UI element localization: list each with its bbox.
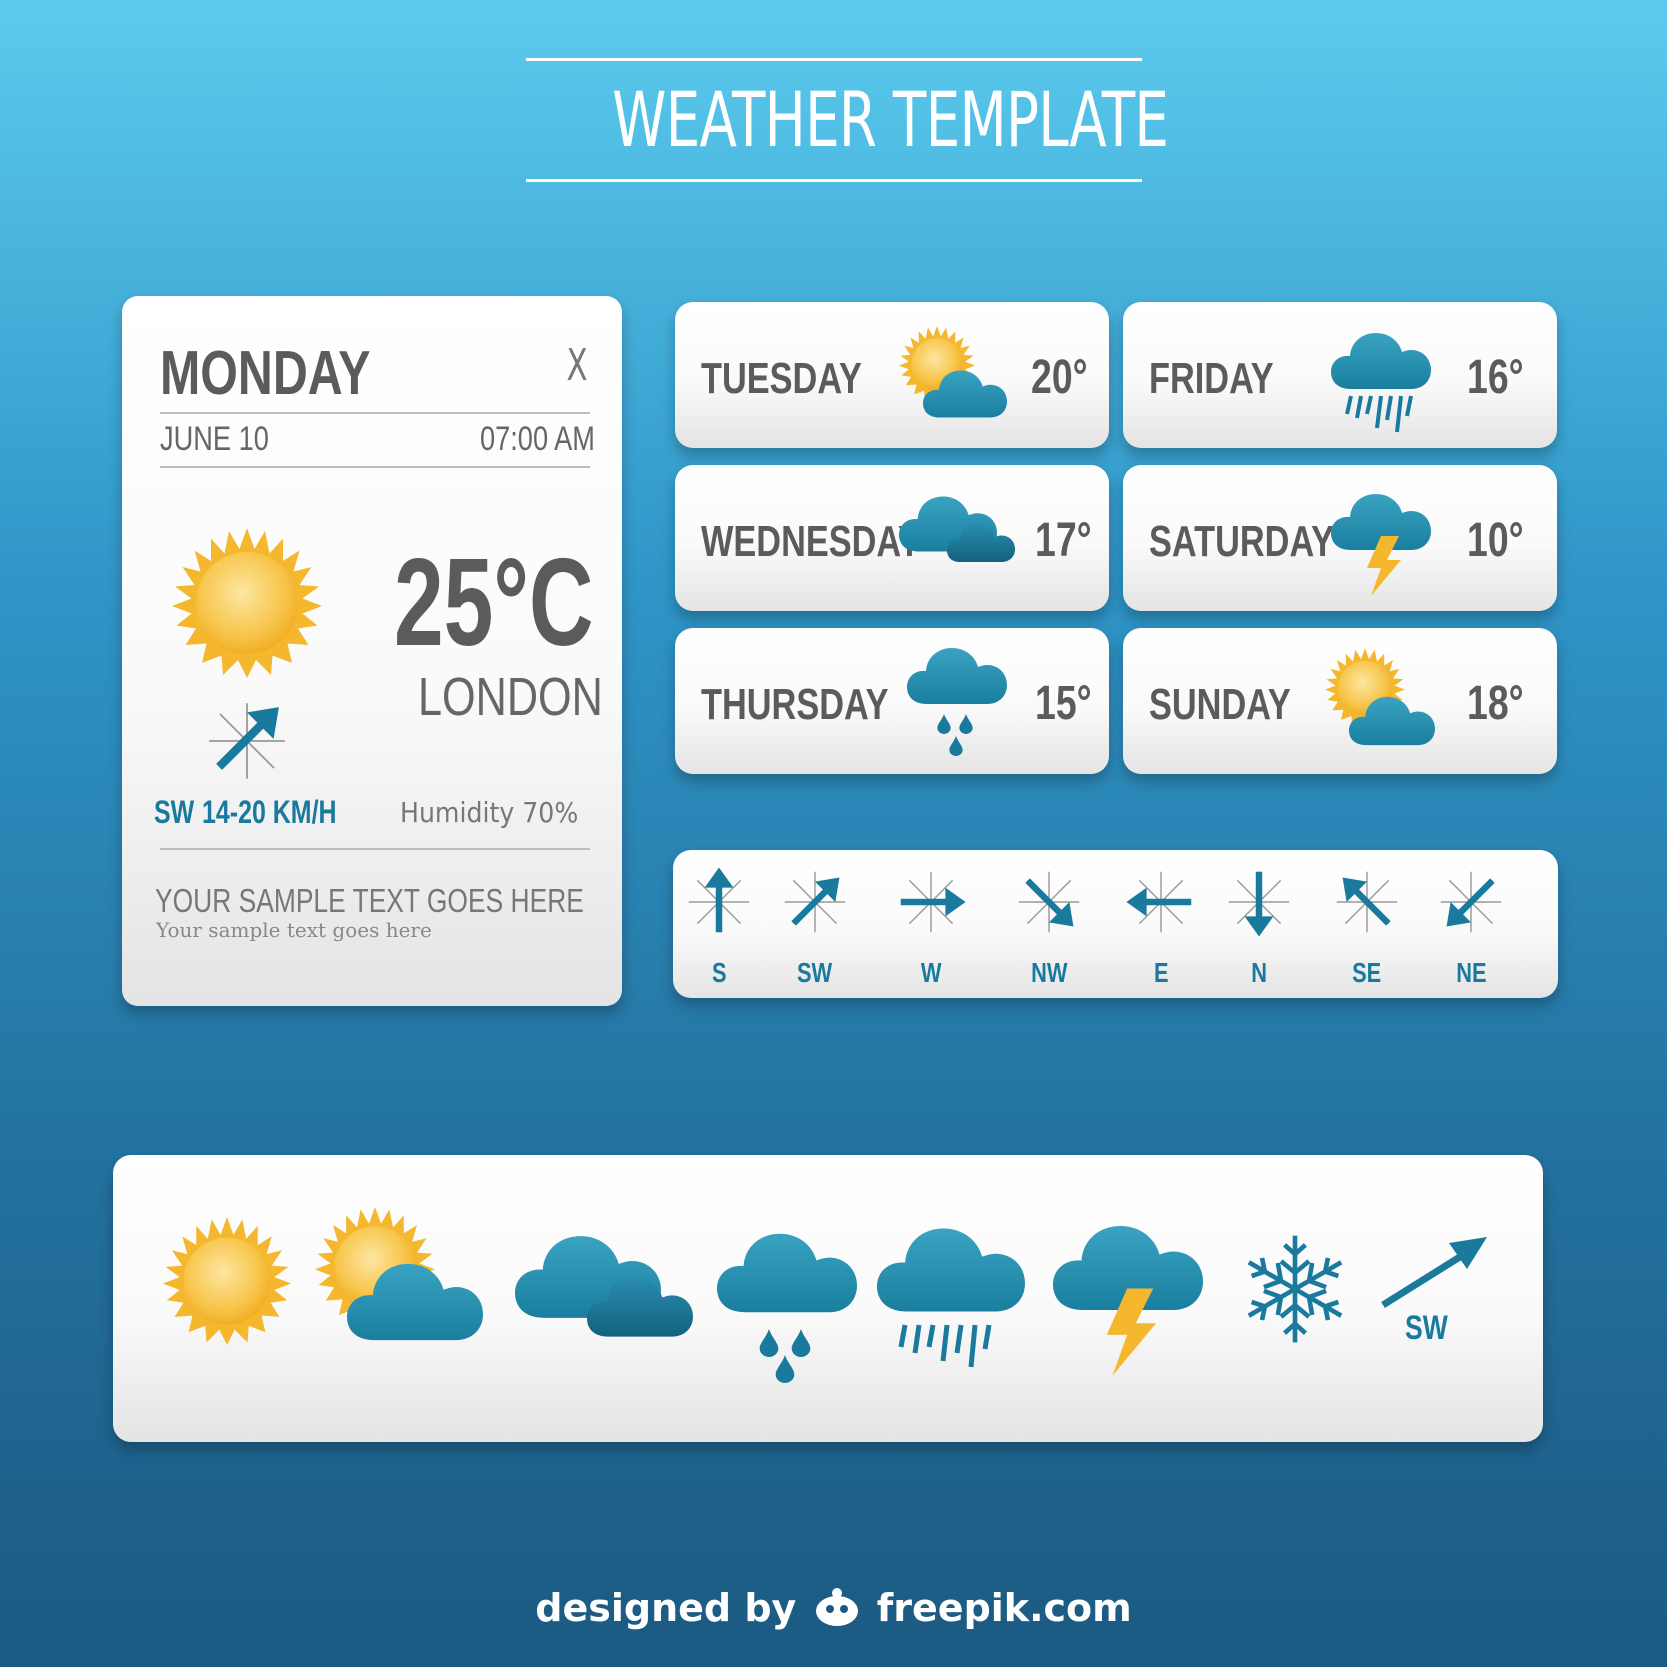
wind-direction-item: S (683, 862, 755, 992)
footer-brand: freepik.com (876, 1586, 1132, 1630)
forecast-temp: 18° (1467, 677, 1524, 730)
sample-subtitle: Your sample text goes here (156, 918, 432, 942)
sample-title: YOUR SAMPLE TEXT GOES HERE (155, 882, 584, 919)
footer-credit: designed by freepik.com (0, 1586, 1667, 1630)
close-icon: X (566, 340, 588, 391)
forecast-temp: 10° (1467, 514, 1524, 567)
freepik-logo-icon (815, 1588, 858, 1626)
divider (160, 412, 590, 414)
wind-direction-label: NE (1455, 957, 1487, 988)
forecast-card[interactable]: SUNDAY 18° (1123, 628, 1557, 774)
humidity: Humidity 70% (400, 796, 579, 829)
compass-arrow-icon (895, 871, 967, 933)
sun-cloud-icon (899, 326, 1007, 418)
wind-direction-label: W (920, 957, 942, 988)
wind-direction-label: SE (1352, 957, 1382, 988)
wind-arrow-icon (200, 692, 294, 786)
sun-icon (172, 528, 322, 678)
clouds-icon (515, 1236, 693, 1337)
main-temperature: 25°C (394, 534, 594, 672)
rain-drops-icon (717, 1233, 857, 1383)
wind-direction-label: S (711, 957, 727, 988)
wind-direction-item: NE (1435, 862, 1507, 992)
page-title: WEATHER TEMPLATE (612, 75, 1169, 164)
sun-cloud-icon (315, 1207, 483, 1341)
wind-direction-label: NW (1030, 957, 1068, 988)
divider (160, 466, 590, 468)
heavy-rain-icon (877, 1228, 1025, 1368)
sun-cloud-icon (1325, 648, 1435, 746)
wind-direction-label: E (1153, 957, 1169, 988)
snowflake-icon (1237, 1235, 1353, 1347)
main-date: JUNE 10 (160, 420, 269, 458)
compass-arrow-icon (1013, 862, 1085, 942)
wind-direction-item: SW (779, 862, 851, 992)
wind-speed: 14-20 KM/H (202, 794, 337, 830)
main-city: LONDON (418, 667, 603, 727)
compass-arrow-icon (1435, 862, 1507, 942)
close-button[interactable]: X (567, 340, 588, 391)
wind-direction: SW (154, 794, 195, 830)
wind-direction-item: N (1223, 862, 1295, 992)
forecast-card[interactable]: FRIDAY 16° (1123, 302, 1557, 448)
footer-text: designed by (535, 1586, 797, 1630)
wind-direction-label: SW (797, 957, 833, 988)
wind-directions-card: S SW W NW E N SE NE (673, 850, 1558, 998)
forecast-day: THURSDAY (701, 680, 889, 729)
compass-arrow-icon (1331, 862, 1403, 942)
wind-arrow-icon (1381, 1237, 1487, 1308)
page-title-frame: WEATHER TEMPLATE (526, 58, 1169, 182)
sun-icon (163, 1217, 291, 1345)
forecast-day: SATURDAY (1149, 517, 1334, 566)
forecast-day: WEDNESDAY (701, 517, 921, 566)
icon-set-wind-label: SW (1405, 1309, 1448, 1347)
rain-drops-icon (907, 648, 1007, 756)
forecast-day: SUNDAY (1149, 680, 1291, 729)
divider (160, 848, 590, 850)
forecast-card[interactable]: THURSDAY 15° (675, 628, 1109, 774)
wind-direction-item: NW (1013, 862, 1085, 992)
heavy-rain-icon (1331, 333, 1431, 433)
main-weather-card: MONDAY X JUNE 10 07:00 AM 25°C LONDON SW… (122, 296, 622, 1006)
wind-direction-item: E (1125, 862, 1197, 992)
forecast-card[interactable]: SATURDAY 10° (1123, 465, 1557, 611)
forecast-temp: 20° (1031, 351, 1088, 404)
forecast-day: FRIDAY (1149, 354, 1274, 403)
wind-direction-item: W (895, 862, 967, 992)
forecast-temp: 15° (1035, 677, 1092, 730)
compass-arrow-icon (779, 862, 851, 942)
compass-arrow-icon (688, 862, 750, 942)
main-day: MONDAY (160, 339, 371, 408)
clouds-icon (899, 496, 1015, 563)
forecast-card[interactable]: TUESDAY 20° (675, 302, 1109, 448)
thunderstorm-icon (1331, 494, 1431, 596)
compass-arrow-icon (1228, 862, 1290, 942)
wind-direction-item: SE (1331, 862, 1403, 992)
wind-direction-label: N (1251, 957, 1267, 988)
forecast-card[interactable]: WEDNESDAY 17° (675, 465, 1109, 611)
main-time: 07:00 AM (480, 420, 595, 458)
forecast-temp: 16° (1467, 351, 1524, 404)
forecast-day: TUESDAY (701, 354, 862, 403)
thunderstorm-icon (1053, 1226, 1203, 1376)
forecast-temp: 17° (1035, 514, 1092, 567)
icon-set-card: SW (113, 1155, 1543, 1442)
compass-arrow-icon (1125, 871, 1197, 933)
